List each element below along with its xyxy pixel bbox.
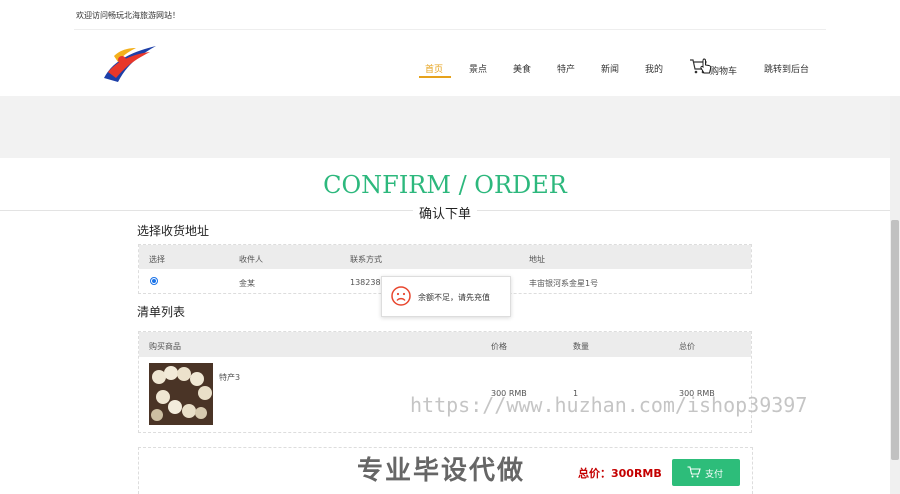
page-title-cn-wrap: 确认下单 <box>0 203 890 222</box>
col-address: 地址 <box>529 255 545 264</box>
col-price: 价格 <box>491 342 507 351</box>
nav-food[interactable]: 美食 <box>513 62 531 75</box>
main-nav: 首页 景点 美食 特产 新闻 我的 购物车 跳转到后台 <box>0 62 900 82</box>
product-image[interactable] <box>149 363 213 425</box>
pay-button-label: 支付 <box>705 470 724 480</box>
recipient-address: 丰宙银河系金星1号 <box>529 279 599 288</box>
top-bar: 欢迎访问畅玩北海旅游网站！ <box>0 0 900 30</box>
cart-table-header: 购买商品 价格 数量 总价 <box>139 332 751 357</box>
scrollbar-thumb[interactable] <box>891 220 899 460</box>
welcome-text: 欢迎访问畅玩北海旅游网站！ <box>76 11 180 20</box>
page-banner <box>0 96 890 158</box>
hand-cursor-icon <box>700 58 712 74</box>
col-select: 选择 <box>149 255 165 264</box>
pay-button[interactable]: 支付 <box>672 459 740 486</box>
address-radio[interactable] <box>150 277 158 285</box>
nav-home[interactable]: 首页 <box>425 62 443 75</box>
sad-face-icon <box>391 286 411 306</box>
watermark-url: https://www.huzhan.com/ishop39397 <box>410 393 808 417</box>
site-header: 首页 景点 美食 特产 新闻 我的 购物车 跳转到后台 <box>0 30 900 96</box>
toast-message: 余额不足，请先充值 <box>381 276 511 317</box>
page-title-cn: 确认下单 <box>412 207 477 222</box>
order-total: 总价：300RMB <box>578 467 662 480</box>
nav-my[interactable]: 我的 <box>645 62 663 75</box>
nav-specialties[interactable]: 特产 <box>557 62 575 75</box>
nav-admin[interactable]: 跳转到后台 <box>764 62 809 75</box>
col-contact: 联系方式 <box>350 255 382 264</box>
nav-cart[interactable]: 购物车 <box>710 64 737 77</box>
col-recipient: 收件人 <box>239 255 263 264</box>
cart-section-title: 清单列表 <box>137 305 186 319</box>
nav-attractions[interactable]: 景点 <box>469 62 487 75</box>
col-qty: 数量 <box>573 342 589 351</box>
product-name[interactable]: 特产3 <box>219 372 240 383</box>
nav-news[interactable]: 新闻 <box>601 62 619 75</box>
page-title-en: CONFIRM / ORDER <box>323 171 567 199</box>
nav-active-underline <box>419 76 451 78</box>
cart-icon <box>687 466 701 478</box>
toast-text: 余额不足，请先充值 <box>418 293 490 302</box>
address-section-title: 选择收货地址 <box>137 224 210 238</box>
col-product: 购买商品 <box>149 342 181 351</box>
watermark-cn: 专业毕设代做 <box>357 456 526 486</box>
col-total: 总价 <box>679 342 695 351</box>
recipient-name: 金某 <box>239 279 255 288</box>
address-table-header: 选择 收件人 联系方式 地址 <box>139 245 751 269</box>
cart-table: 购买商品 价格 数量 总价 特产3 300 RMB 1 300 RMB <box>138 331 752 433</box>
